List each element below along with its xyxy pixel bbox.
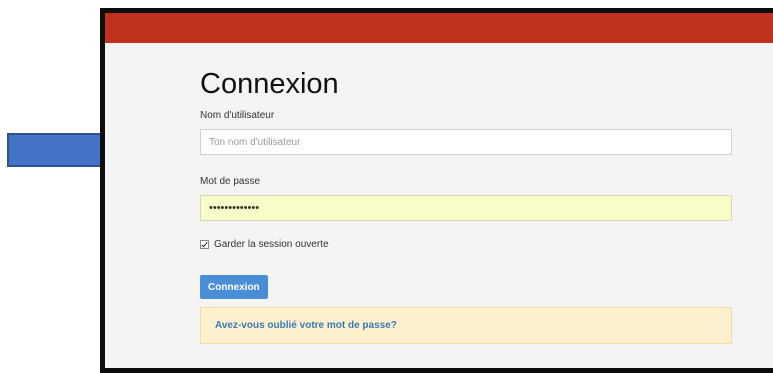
forgot-password-box: Avez-vous oublié votre mot de passe? xyxy=(200,307,732,344)
screenshot-stage: Connexion Nom d'utilisateur Mot de passe… xyxy=(0,0,773,373)
login-window: Connexion Nom d'utilisateur Mot de passe… xyxy=(100,8,773,373)
remember-session: Garder la session ouverte xyxy=(200,239,773,250)
header-bar xyxy=(105,13,773,43)
remember-label: Garder la session ouverte xyxy=(214,239,329,250)
remember-checkbox[interactable] xyxy=(200,240,209,249)
username-label: Nom d'utilisateur xyxy=(200,110,275,121)
login-form: Connexion Nom d'utilisateur Mot de passe… xyxy=(200,43,773,344)
page-title: Connexion xyxy=(200,68,339,100)
forgot-password-link[interactable]: Avez-vous oublié votre mot de passe? xyxy=(215,320,397,331)
username-input[interactable] xyxy=(200,129,732,155)
password-input[interactable] xyxy=(200,195,732,221)
password-label: Mot de passe xyxy=(200,176,261,187)
login-button[interactable]: Connexion xyxy=(200,275,268,299)
